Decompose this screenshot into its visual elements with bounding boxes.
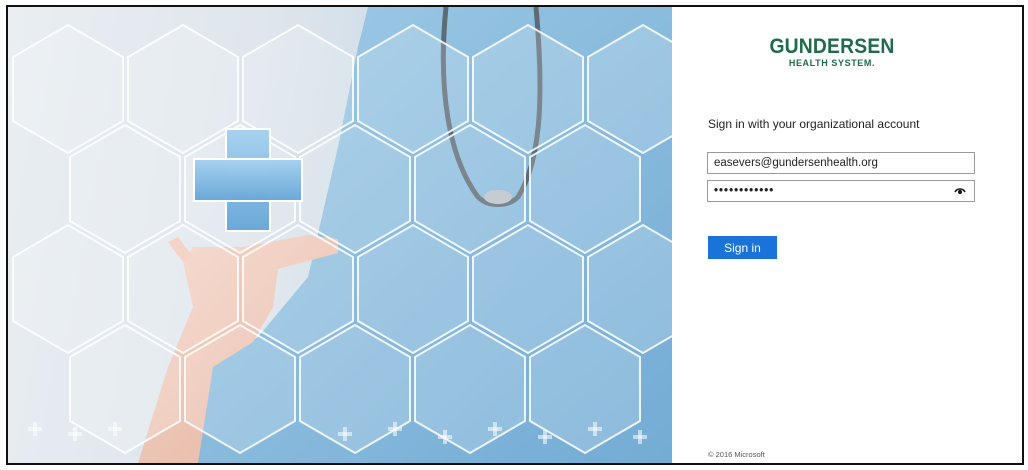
gundersen-logo: GUNDERSEN HEALTH SYSTEM.: [764, 35, 900, 68]
logo-subtitle: HEALTH SYSTEM.: [788, 58, 876, 68]
signin-heading: Sign in with your organizational account: [708, 117, 920, 131]
email-field[interactable]: easevers@gundersenhealth.org: [707, 152, 975, 174]
signin-panel: GUNDERSEN HEALTH SYSTEM. Sign in with yo…: [672, 7, 1022, 463]
password-value: ••••••••••••: [714, 185, 775, 197]
logo-name: GUNDERSEN: [769, 35, 895, 58]
email-value: easevers@gundersenhealth.org: [714, 157, 878, 169]
hero-image: [12, 7, 672, 463]
password-field[interactable]: ••••••••••••: [707, 180, 975, 202]
sign-in-button[interactable]: Sign in: [708, 236, 777, 259]
eye-icon[interactable]: [954, 186, 966, 196]
login-window: GUNDERSEN HEALTH SYSTEM. Sign in with yo…: [6, 5, 1024, 465]
hero-illustration: [8, 7, 672, 463]
copyright: © 2016 Microsoft: [708, 450, 765, 459]
